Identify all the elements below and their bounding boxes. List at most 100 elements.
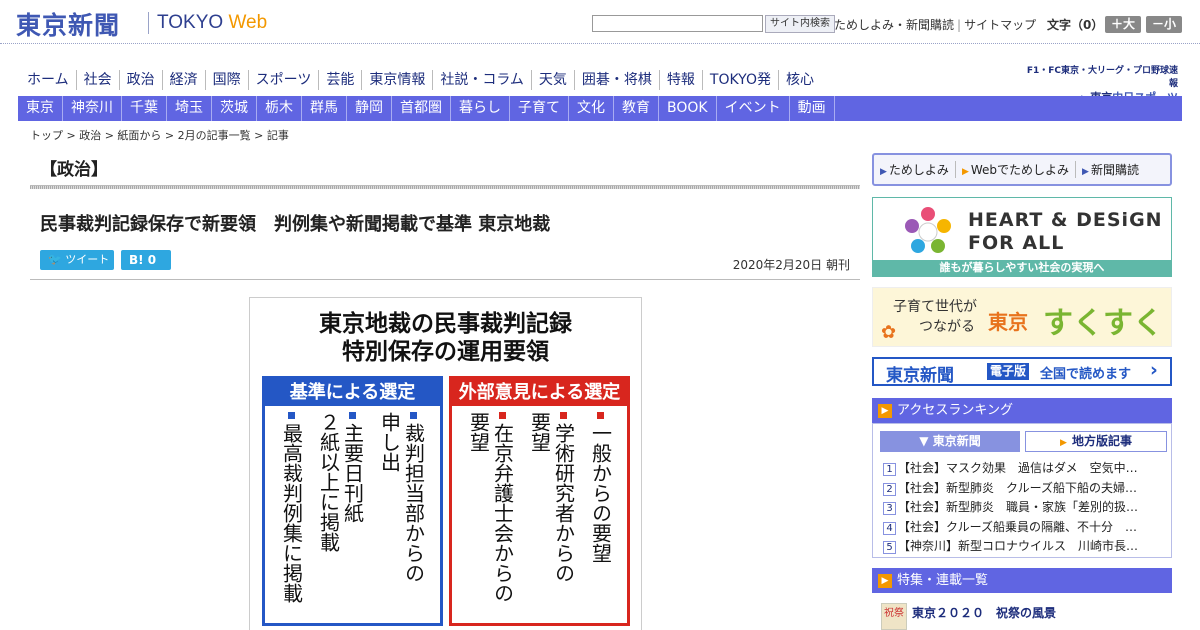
trial-link[interactable]: ▶ ためしよみ xyxy=(874,161,956,178)
figure-item: 主要日刊紙 ２紙以上に掲載 xyxy=(317,412,365,621)
ranking-item[interactable]: 5 【神奈川】新型コロナウイルス 川崎市長… xyxy=(883,537,1165,557)
figure-title-line2: 特別保存の運用要領 xyxy=(342,339,549,365)
nav-sub-item[interactable]: 文化 xyxy=(569,96,614,121)
logo-divider xyxy=(148,12,149,34)
nav-sub-item[interactable]: 神奈川 xyxy=(63,96,122,121)
flower-icon: ✿ xyxy=(881,322,897,343)
criteria-selection-box: 基準による選定 裁判担当部からの 申し出 主要日刊紙 ２紙以上に掲載 最高裁判例集に… xyxy=(262,376,443,626)
ranking-panel: ▼ 東京新聞 ▶ 地方版記事 1 【社会】マスク効果 過信はダメ 空気中… 2 【社会… xyxy=(872,423,1172,558)
tab-tokyo-icon: ▼ xyxy=(919,434,933,448)
logo-en-web: Web xyxy=(228,12,268,33)
nav-main-item[interactable]: スポーツ xyxy=(247,70,319,90)
subscribe-link[interactable]: ▶ 新聞購読 xyxy=(1076,161,1145,178)
nav-sub-item[interactable]: 動画 xyxy=(790,96,835,121)
nav-sub-item[interactable]: 東京 xyxy=(18,96,63,121)
nav-sub-item[interactable]: 静岡 xyxy=(347,96,392,121)
features-title: 特集・連載一覧 xyxy=(897,573,989,588)
ranking-item[interactable]: 3 【社会】新型肺炎 職員・家族「差別的扱… xyxy=(883,498,1165,518)
tab-tokyo-label: 東京新聞 xyxy=(932,434,981,448)
nav-main-item[interactable]: 核心 xyxy=(777,70,821,90)
criteria-selection-heading: 基準による選定 xyxy=(265,379,440,406)
play-icon: ▶ xyxy=(878,573,892,588)
nav-main-item[interactable]: 社会 xyxy=(75,70,119,90)
ranking-number: 4 xyxy=(883,521,896,535)
tab-tokyo-shimbun[interactable]: ▼ 東京新聞 xyxy=(880,431,1020,452)
site-logo[interactable]: 東京新聞 xyxy=(16,6,120,42)
nav-sub-item[interactable]: 暮らし xyxy=(451,96,510,121)
nav-sub-item[interactable]: 茨城 xyxy=(212,96,257,121)
ranking-item[interactable]: 1 【社会】マスク効果 過信はダメ 空気中… xyxy=(883,459,1165,479)
site-search-button[interactable]: サイト内検索 xyxy=(765,15,835,33)
ranking-item[interactable]: 4 【社会】クルーズ船乗員の隔離、不十分 … xyxy=(883,518,1165,538)
hatena-bookmark-button[interactable]: B! 0 xyxy=(121,250,171,270)
tab-local-label: 地方版記事 xyxy=(1072,434,1133,448)
font-smaller-button[interactable]: －小 xyxy=(1146,16,1182,33)
nav-sub-item[interactable]: BOOK xyxy=(659,96,717,121)
nav-main-item[interactable]: 国際 xyxy=(204,70,248,90)
heart-design-caption: 誰もが暮らしやすい社会の実現へ xyxy=(873,260,1171,276)
trial-label: ためしよみ xyxy=(888,163,949,177)
breadcrumb[interactable]: トップ > 政治 > 紙面から > 2月の記事一覧 > 記事 xyxy=(30,127,289,143)
publish-date: 2020年2月20日 朝刊 xyxy=(732,258,850,272)
nav-main-item[interactable]: TOKYO発 xyxy=(701,70,778,90)
external-opinion-items: 一般からの要望 学術研究者からの 要望 在京弁護士会からの 要望 xyxy=(452,406,627,621)
nav-main-item[interactable]: 芸能 xyxy=(318,70,361,90)
heart-design-banner[interactable]: HEART & DESiGN FOR ALL 誰もが暮らしやすい社会の実現へ xyxy=(872,197,1172,277)
nav-main-item[interactable]: 特報 xyxy=(658,70,702,90)
sukusuku-tokyo: 東京 xyxy=(988,310,1028,334)
font-larger-button[interactable]: ＋大 xyxy=(1105,16,1141,33)
section-title: 【政治】 xyxy=(40,160,108,180)
tweet-button[interactable]: 🐦 ツイート xyxy=(40,250,114,270)
bullet-icon xyxy=(410,412,417,419)
sukusuku-line1: 子育て世代が xyxy=(893,299,977,315)
external-opinion-box: 外部意見による選定 一般からの要望 学術研究者からの 要望 在京弁護士会からの 要望 xyxy=(449,376,630,626)
figure-item: 学術研究者からの 要望 xyxy=(528,412,576,621)
tab-local-articles[interactable]: ▶ 地方版記事 xyxy=(1025,431,1167,452)
nav-sub-item[interactable]: 群馬 xyxy=(302,96,347,121)
digital-edition-name: 東京新聞 xyxy=(886,366,954,386)
nav-main-item[interactable]: 東京情報 xyxy=(361,70,432,90)
feature-thumbnail[interactable]: 祝祭 xyxy=(881,603,907,630)
header-links: ためしよみ・新聞購読 | サイトマップ xyxy=(834,16,1036,33)
ranking-title-text: 【社会】クルーズ船乗員の隔離、不十分 … xyxy=(898,519,1138,534)
nav-sub-item[interactable]: 埼玉 xyxy=(167,96,212,121)
ranking-header: ▶ アクセスランキング xyxy=(872,398,1172,423)
trial-subscribe-link[interactable]: ためしよみ・新聞購読 xyxy=(834,18,954,32)
feature-title-link[interactable]: 東京２０２０ 祝祭の風景 xyxy=(912,604,1056,621)
nav-sub-item[interactable]: 教育 xyxy=(614,96,659,121)
ranking-list: 1 【社会】マスク効果 過信はダメ 空気中… 2 【社会】新型肺炎 クルーズ船下船の夫… xyxy=(883,459,1165,557)
nav-sub-item[interactable]: イベント xyxy=(717,96,790,121)
nav-main-item[interactable]: 政治 xyxy=(118,70,162,90)
figure-title-line1: 東京地裁の民事裁判記録 xyxy=(319,311,572,337)
heart-design-line1: HEART & DESiGN xyxy=(968,209,1163,231)
nav-main-item[interactable]: ホーム xyxy=(20,70,76,90)
figure-item: 裁判担当部からの 申し出 xyxy=(378,412,426,621)
article-figure: 東京地裁の民事裁判記録 特別保存の運用要領 基準による選定 裁判担当部からの 申… xyxy=(249,297,642,630)
arrow-icon: ▶ xyxy=(961,167,969,177)
sitemap-link[interactable]: サイトマップ xyxy=(964,18,1036,32)
nav-sub-item[interactable]: 栃木 xyxy=(257,96,302,121)
web-trial-link[interactable]: ▶ Webでためしよみ xyxy=(956,161,1077,178)
ranking-title-text: 【社会】新型肺炎 クルーズ船下船の夫婦… xyxy=(898,480,1138,495)
ranking-item[interactable]: 2 【社会】新型肺炎 クルーズ船下船の夫婦… xyxy=(883,479,1165,499)
figure-item-text: 主要日刊紙 ２紙以上に掲載 xyxy=(316,412,365,552)
nav-main-item[interactable]: 社説・コラム xyxy=(432,70,531,90)
tokyo-sukusuku-banner[interactable]: 子育て世代が つながる ✿ 東京 すくすく xyxy=(872,287,1172,347)
heart-design-logo-icon xyxy=(905,207,951,253)
sukusuku-title: すくすく xyxy=(1043,306,1163,341)
nav-main-item[interactable]: 天気 xyxy=(530,70,574,90)
nav-sub-item[interactable]: 首都圏 xyxy=(392,96,451,121)
nav-sub-item[interactable]: 千葉 xyxy=(122,96,167,121)
article-headline: 民事裁判記録保存で新要領 判例集や新聞掲載で基準 東京地裁 xyxy=(40,214,551,235)
nav-main-item[interactable]: 囲碁・将棋 xyxy=(573,70,659,90)
tokyo-web-logo[interactable]: TOKYO Web xyxy=(157,12,267,34)
nav-main-item[interactable]: 経済 xyxy=(161,70,205,90)
nav-sub-item[interactable]: 子育て xyxy=(510,96,569,121)
ranking-title-text: 【社会】マスク効果 過信はダメ 空気中… xyxy=(898,461,1138,475)
meta-divider xyxy=(30,279,860,280)
bullet-icon xyxy=(597,412,604,419)
digital-edition-banner[interactable]: 東京新聞 電子版 全国で読めます › xyxy=(872,357,1172,386)
site-search-input[interactable] xyxy=(592,15,763,32)
arrow-icon: ▶ xyxy=(1082,167,1089,177)
figure-item: 一般からの要望 xyxy=(589,412,613,621)
